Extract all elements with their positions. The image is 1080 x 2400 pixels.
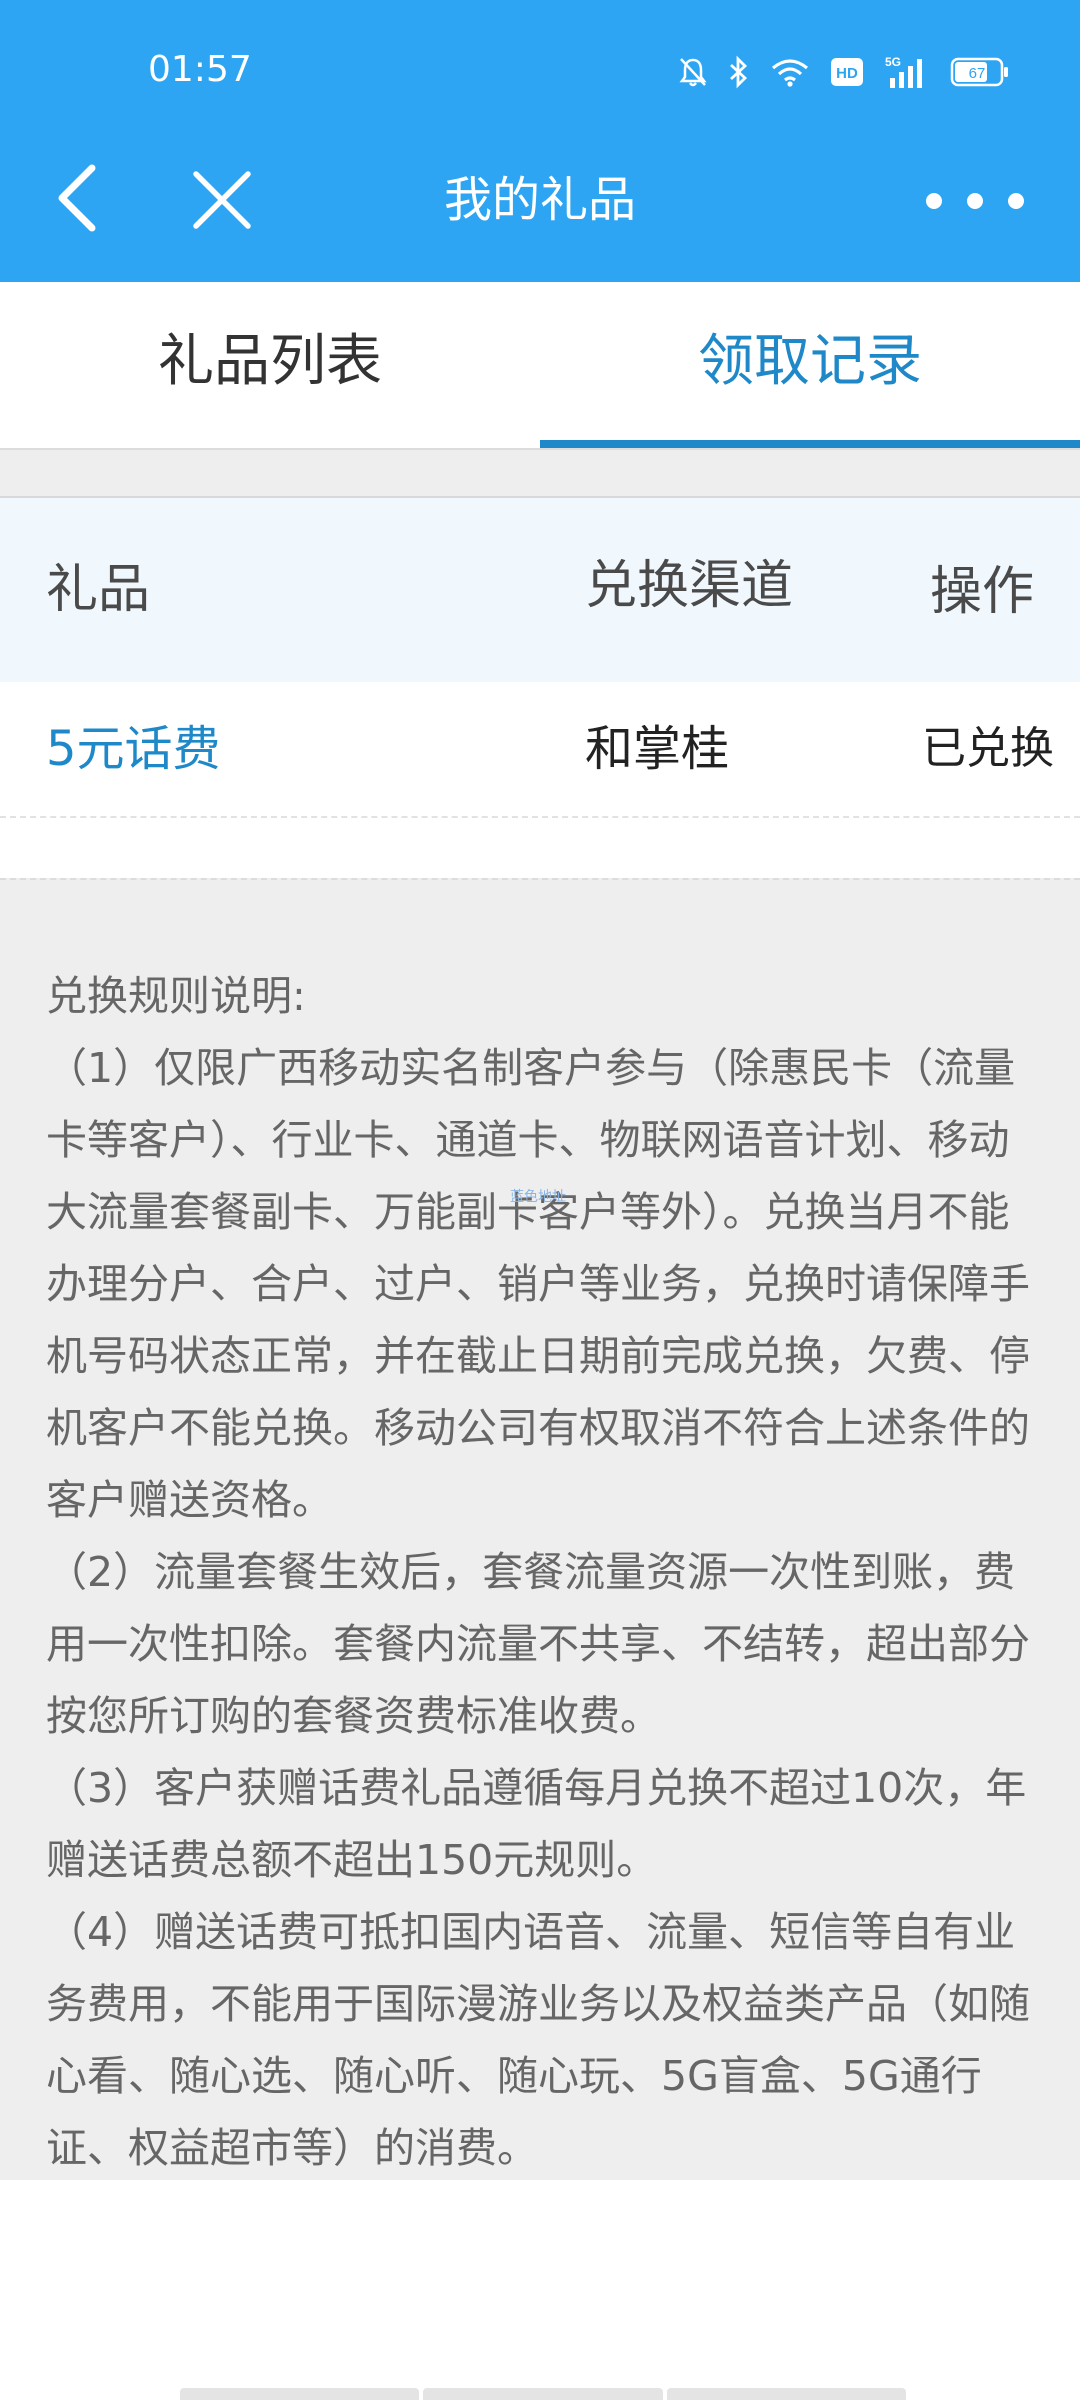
watermark: 蓝色地址 [510, 1189, 566, 1205]
gift-name[interactable]: 5元话费 [46, 682, 221, 816]
redeem-channel: 和掌桂 [585, 721, 730, 777]
status-icons: HD 5G 67 [678, 50, 1010, 94]
rule-item: （1）仅限广西移动实名制客户参与（除惠民卡（流量卡等客户）、行业卡、通道卡、物联… [46, 1044, 1030, 1524]
divider [0, 816, 1080, 818]
wifi-icon [771, 59, 809, 87]
app-header: 01:57 HD 5G 67 我的礼品 [0, 0, 1080, 282]
battery-level: 67 [969, 65, 986, 82]
rules-section: 兑换规则说明: （1）仅限广西移动实名制客户参与（除惠民卡（流量卡等客户）、行业… [0, 878, 1080, 2180]
page-title: 我的礼品 [443, 172, 636, 228]
svg-text:HD: HD [836, 65, 858, 82]
column-header-gift: 礼品 [46, 560, 151, 620]
table-row: 5元话费 和掌桂 已兑换 [0, 682, 1080, 816]
mute-icon [679, 58, 707, 87]
5g-signal-icon: 5G [885, 55, 922, 88]
column-header-channel: 兑换渠道 [585, 556, 794, 616]
rule-item: （2）流量套餐生效后，套餐流量资源一次性到账，费用一次性扣除。套餐内流量不共享、… [46, 1548, 1030, 1740]
section-gap [0, 450, 1080, 498]
tab-bar: 礼品列表 领取记录 [0, 282, 1080, 450]
rules-text: 兑换规则说明: （1）仅限广西移动实名制客户参与（除惠民卡（流量卡等客户）、行业… [46, 960, 1044, 2184]
tab-claim-records[interactable]: 领取记录 [540, 282, 1080, 450]
battery-icon: 67 [950, 57, 1008, 87]
tab-gift-list[interactable]: 礼品列表 [0, 282, 540, 450]
table-header: 礼品 兑换渠道 操作 [0, 498, 1080, 682]
bottom-edge-tabs [180, 2388, 906, 2400]
edge-tab [423, 2388, 663, 2400]
active-tab-indicator [540, 440, 1080, 448]
rule-item: （3）客户获赠话费礼品遵循每月兑换不超过10次，年赠送话费总额不超出150元规则… [46, 1764, 1027, 1884]
rule-item: （4）赠送话费可抵扣国内语音、流量、短信等自有业务费用，不能用于国际漫游业务以及… [46, 1908, 1030, 2172]
svg-text:5G: 5G [885, 55, 901, 69]
status-time: 01:57 [148, 49, 252, 90]
edge-tab [180, 2388, 420, 2400]
redeem-status: 已兑换 [922, 723, 1054, 774]
bluetooth-icon [730, 55, 748, 89]
edge-tab [666, 2388, 906, 2400]
rules-title: 兑换规则说明: [46, 972, 306, 1020]
column-header-action: 操作 [930, 562, 1035, 622]
hd-icon: HD [831, 58, 863, 86]
more-icon[interactable] [920, 186, 1030, 216]
